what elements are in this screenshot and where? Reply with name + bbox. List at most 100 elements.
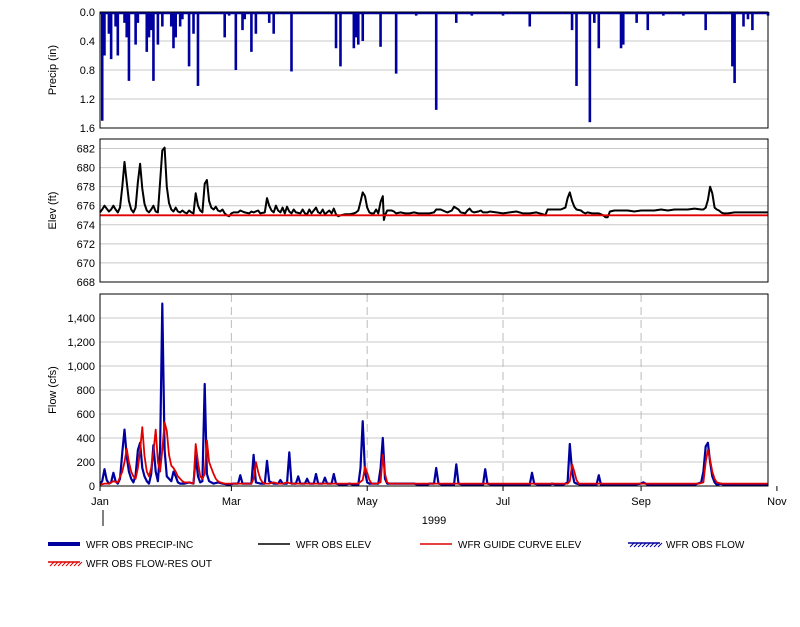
- precip-bar: [254, 12, 258, 34]
- precip-bar: [619, 12, 623, 49]
- flow-panel: 1,400 1,200 1,000 800 600 400 200 0 Flow (cfs): [47, 293, 769, 493]
- precip-bar: [109, 12, 113, 60]
- x-tick-label: Mar: [222, 496, 241, 508]
- legend-item: WFR OBS ELEV: [258, 540, 371, 551]
- precip-bar: [597, 12, 601, 49]
- precip-bar: [339, 12, 342, 67]
- precip-bar: [174, 12, 178, 38]
- x-tick-label: Jul: [496, 496, 510, 508]
- precip-bar: [731, 12, 734, 67]
- precip-bar: [107, 12, 111, 34]
- precip-bar: [646, 12, 650, 31]
- precip-bar: [187, 12, 191, 67]
- legend-label: WFR OBS PRECIP-INC: [86, 540, 193, 551]
- precip-bar: [149, 12, 153, 31]
- precip-bar: [241, 12, 244, 31]
- precip-bar: [394, 12, 398, 74]
- precip-bar: [733, 12, 736, 84]
- y-tick-label: 200: [77, 457, 95, 469]
- precip-bar: [196, 12, 200, 86]
- precip-bar: [334, 12, 338, 49]
- precip-bar: [751, 12, 754, 31]
- precip-bar: [621, 12, 625, 45]
- precip-bar: [116, 12, 120, 56]
- y-tick-label: 0.8: [80, 65, 95, 77]
- y-tick-label: 674: [77, 220, 95, 232]
- x-tick-label: Jan: [91, 496, 109, 508]
- precip-bar: [570, 12, 574, 31]
- chart-legend: WFR OBS PRECIP-INC WFR OBS ELEV WFR GUIDE …: [48, 540, 745, 570]
- precip-bar: [361, 12, 365, 41]
- y-tick-label: 0: [89, 481, 95, 493]
- precip-bar: [588, 12, 592, 123]
- precip-bar: [356, 12, 360, 45]
- legend-item: WFR OBS FLOW: [628, 540, 745, 551]
- precip-bar: [272, 12, 275, 34]
- precip-bar: [352, 12, 356, 49]
- y-tick-label: 1,000: [67, 361, 95, 373]
- precip-bar: [354, 12, 358, 38]
- precip-bar: [379, 12, 382, 47]
- precip-bar: [575, 12, 578, 86]
- series-line: [99, 421, 768, 486]
- y-axis-title: Precip (in): [47, 45, 59, 95]
- y-tick-label: 0.4: [80, 36, 95, 48]
- y-tick-label: 672: [77, 239, 95, 251]
- y-tick-label: 676: [77, 201, 95, 213]
- legend-label: WFR OBS ELEV: [296, 540, 371, 551]
- series-wfr-obs-flow-res-out: [99, 421, 768, 486]
- precip-bar: [127, 12, 131, 81]
- y-tick-label: 670: [77, 258, 95, 270]
- series-wfr-obs-elev: [99, 146, 768, 221]
- y-tick-label: 0.0: [80, 7, 95, 19]
- series-wfr-obs-precip-inc: [100, 11, 770, 123]
- precip-bar: [223, 12, 226, 38]
- y-tick-label: 1.6: [80, 123, 95, 135]
- precip-bar: [100, 12, 104, 121]
- y-tick-label: 668: [77, 277, 95, 289]
- precip-bar: [125, 12, 129, 38]
- x-axis-year-label: 1999: [422, 515, 446, 527]
- precip-bar: [152, 12, 155, 81]
- hydrograph-chart: 0.0 0.4 0.8 1.2 1.6 Precip (in) 682 680 678 676 67…: [47, 7, 787, 570]
- y-tick-label: 678: [77, 182, 95, 194]
- precip-bar: [145, 12, 149, 52]
- precip-bar: [156, 12, 160, 45]
- precip-panel: 0.0 0.4 0.8 1.2 1.6 Precip (in): [47, 7, 770, 135]
- precip-bar: [134, 12, 137, 45]
- series-line: [99, 302, 768, 486]
- x-tick-label: Sep: [631, 496, 651, 508]
- shared-x-axis: Jan Mar May Jul Sep Nov 1999: [91, 486, 787, 527]
- precip-bar: [250, 12, 253, 52]
- precip-bar: [172, 12, 175, 49]
- y-tick-label: 682: [77, 144, 95, 156]
- precip-bar: [147, 12, 151, 38]
- legend-label: WFR OBS FLOW-RES OUT: [86, 559, 212, 570]
- precip-bar: [434, 12, 438, 110]
- precip-bar: [192, 12, 195, 34]
- y-tick-label: 600: [77, 409, 95, 421]
- y-axis-title: Flow (cfs): [47, 366, 59, 414]
- precip-bar: [103, 12, 106, 56]
- legend-item: WFR GUIDE CURVE ELEV: [420, 540, 581, 551]
- y-tick-label: 1.2: [80, 94, 95, 106]
- series-wfr-obs-flow: [99, 302, 768, 486]
- series-line: [99, 146, 768, 221]
- legend-item: WFR OBS FLOW-RES OUT: [48, 559, 212, 570]
- y-tick-label: 1,400: [67, 313, 95, 325]
- precip-bar: [234, 12, 238, 70]
- y-tick-label: 800: [77, 385, 95, 397]
- legend-label: WFR OBS FLOW: [666, 540, 745, 551]
- x-tick-label: May: [357, 496, 378, 508]
- x-tick-label: Nov: [767, 496, 787, 508]
- precip-bar: [704, 12, 707, 31]
- legend-item: WFR OBS PRECIP-INC: [48, 540, 193, 551]
- y-axis-title: Elev (ft): [47, 192, 59, 230]
- chart-panels: 0.0 0.4 0.8 1.2 1.6 Precip (in) 682 680 678 676 67…: [47, 7, 770, 493]
- y-tick-label: 1,200: [67, 337, 95, 349]
- legend-label: WFR GUIDE CURVE ELEV: [458, 540, 581, 551]
- elevation-panel: 682 680 678 676 674 672 670 668 Elev (ft): [47, 138, 769, 289]
- precip-bar: [290, 12, 293, 72]
- y-tick-label: 400: [77, 433, 95, 445]
- y-tick-label: 680: [77, 163, 95, 175]
